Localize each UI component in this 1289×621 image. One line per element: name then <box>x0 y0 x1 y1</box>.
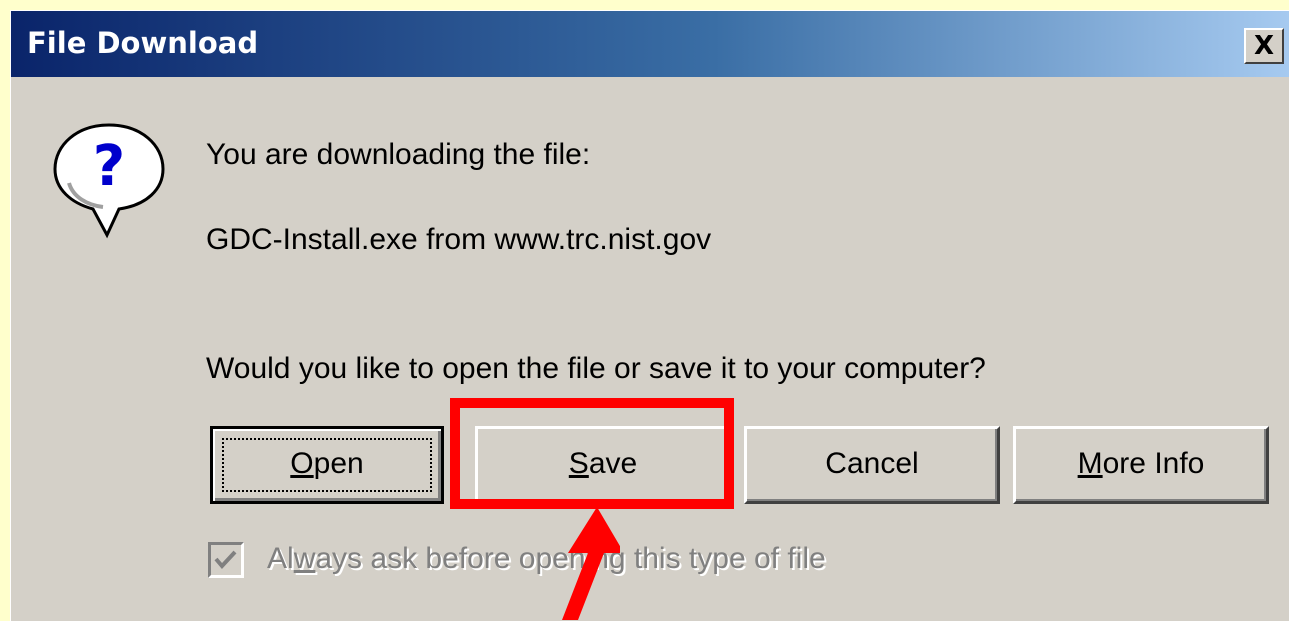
question-icon: ? <box>53 123 165 239</box>
open-button[interactable]: Open <box>210 426 444 504</box>
file-download-dialog: File Download X ? You are downloading th… <box>10 10 1289 621</box>
always-ask-mnemonic: w <box>293 542 316 575</box>
always-ask-label-pre: Al <box>267 542 294 575</box>
cancel-label: Cancel <box>825 447 919 480</box>
close-button[interactable]: X <box>1244 28 1284 64</box>
save-highlight-box <box>450 398 734 509</box>
focus-rectangle <box>222 438 432 492</box>
dialog-title: File Download <box>27 26 259 60</box>
svg-text:?: ? <box>93 134 125 199</box>
title-bar[interactable]: File Download X <box>11 11 1289 77</box>
always-ask-checkbox[interactable] <box>208 542 244 578</box>
more-info-button[interactable]: More Info <box>1013 426 1269 504</box>
file-source-text: GDC-Install.exe from www.trc.nist.gov <box>206 223 712 256</box>
message-line-1: You are downloading the file: <box>206 138 591 171</box>
question-text: Would you like to open the file or save … <box>206 352 986 385</box>
cancel-button[interactable]: Cancel <box>744 426 1000 504</box>
checkmark-icon <box>214 550 237 570</box>
arrow-pointer-icon <box>562 507 620 620</box>
more-info-mnemonic: M <box>1077 447 1103 480</box>
more-info-label-rest: ore Info <box>1102 447 1205 480</box>
